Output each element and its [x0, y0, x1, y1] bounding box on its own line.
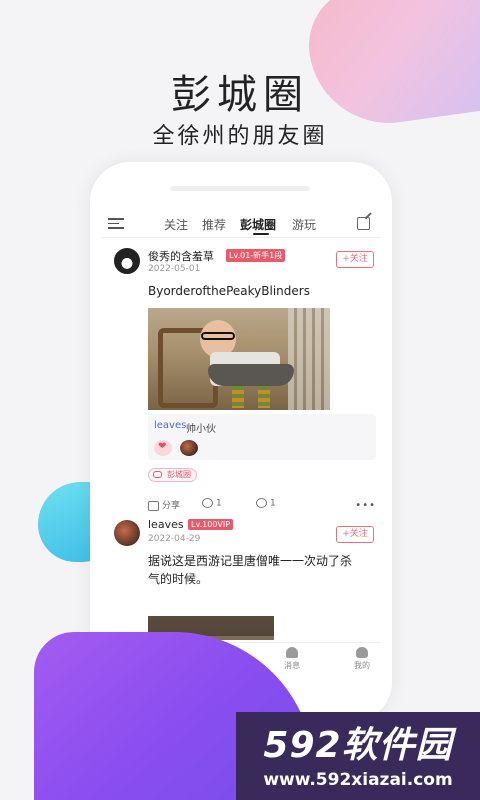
liker-avatar[interactable]	[180, 440, 198, 456]
watermark-url: www.592xiazai.com	[263, 770, 453, 790]
tab-recommend[interactable]: 推荐	[202, 216, 226, 233]
more-icon[interactable]: •••	[355, 500, 376, 511]
post-card: leaves Lv.100VIP 2022-04-29 +关注 据说这是西游记里…	[102, 516, 380, 640]
nav-label: 消息	[284, 661, 300, 670]
level-badge: Lv.01-新手1段	[226, 249, 286, 262]
level-badge: Lv.100VIP	[188, 519, 234, 530]
like-button[interactable]: 1	[256, 498, 276, 509]
watermark: 592软件园 www.592xiazai.com	[236, 712, 480, 800]
follow-button[interactable]: +关注	[336, 251, 374, 268]
comment-icon	[202, 498, 213, 508]
post-text-line2: 气的时候。	[148, 572, 209, 586]
post-text-line1: 据说这是西游记里唐僧唯一一次动了杀	[148, 554, 353, 568]
comment-username[interactable]: leaves	[154, 420, 186, 431]
topic-label: 彭城圈	[167, 470, 191, 479]
phone-speaker	[170, 186, 310, 191]
post-card: 俊秀的含羞草 Lv.01-新手1段 2022-05-01 +关注 Byorder…	[102, 246, 380, 516]
nav-messages[interactable]: 消息	[272, 647, 312, 671]
share-label: 分享	[162, 501, 181, 511]
app-subtitle: 全徐州的朋友圈	[152, 124, 328, 149]
comment-preview[interactable]: leaves 帅小伙	[148, 414, 376, 460]
compose-icon[interactable]	[357, 217, 370, 230]
comment-button[interactable]: 1	[202, 498, 222, 509]
follow-button[interactable]: +关注	[336, 526, 374, 543]
watermark-logo: 592软件园	[263, 725, 453, 766]
comment-text: 帅小伙	[186, 424, 216, 435]
post-username[interactable]: leaves	[148, 518, 184, 531]
top-tab-bar: 关注 推荐 彭城圈 游玩	[102, 210, 380, 238]
share-button[interactable]: 分享	[148, 498, 180, 511]
post-username[interactable]: 俊秀的含羞草	[148, 248, 214, 264]
share-icon	[148, 500, 159, 511]
nav-profile[interactable]: 我的	[342, 647, 382, 671]
post-actions: 分享 1 1 •••	[148, 498, 376, 514]
user-icon	[356, 647, 368, 658]
comment-count: 1	[216, 498, 222, 509]
post-photo[interactable]	[148, 308, 330, 410]
heart-icon	[154, 440, 172, 456]
bell-icon	[286, 647, 298, 658]
post-date: 2022-05-01	[148, 264, 201, 274]
tab-pengchengquan[interactable]: 彭城圈	[240, 216, 276, 233]
post-text: ByorderofthePeakyBlinders	[148, 284, 310, 298]
active-tab-indicator	[253, 233, 269, 235]
avatar[interactable]	[114, 520, 140, 546]
avatar[interactable]	[114, 248, 140, 274]
menu-icon[interactable]	[108, 218, 124, 230]
nav-label: 我的	[354, 661, 370, 670]
like-count: 1	[270, 498, 276, 509]
topic-icon	[153, 471, 162, 478]
tab-follow[interactable]: 关注	[164, 216, 188, 233]
heart-outline-icon	[256, 498, 267, 508]
tab-play[interactable]: 游玩	[292, 216, 316, 233]
post-date: 2022-04-29	[148, 534, 201, 544]
topic-tag[interactable]: 彭城圈	[148, 468, 197, 482]
app-screen: 关注 推荐 彭城圈 游玩 俊秀的含羞草 Lv.01-新手1段 2022-05-0…	[102, 210, 380, 640]
app-title: 彭城圈	[171, 72, 309, 118]
